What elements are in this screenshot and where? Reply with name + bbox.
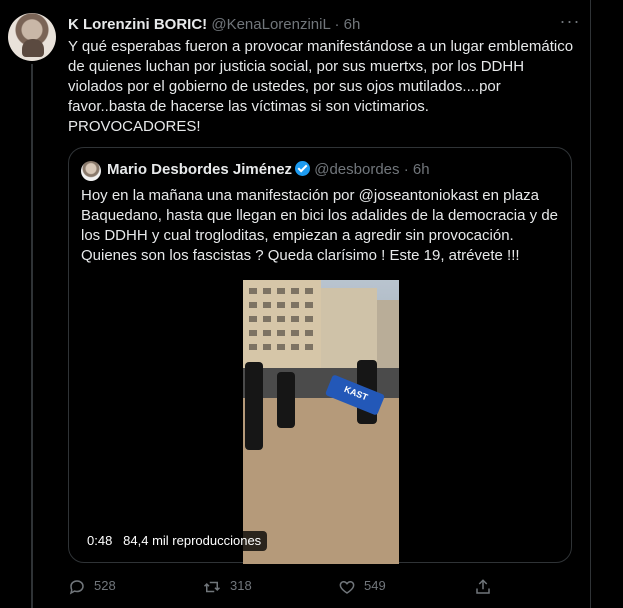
- retweet-count: 318: [230, 578, 252, 593]
- share-button[interactable]: [474, 574, 500, 598]
- video-building: [377, 300, 399, 370]
- column-border: [590, 0, 591, 608]
- video-views: 84,4 mil reproducciones: [123, 533, 262, 548]
- tweet-text: Y qué esperabas fueron a provocar manife…: [68, 37, 580, 137]
- tweet-time[interactable]: 6h: [344, 16, 361, 33]
- quoted-text-line: los DDHH y cual trogloditas, empiezan a …: [81, 227, 514, 244]
- video-player[interactable]: KAST: [243, 280, 399, 564]
- tweet-text-line: Y qué esperabas fueron a provocar manife…: [68, 38, 574, 55]
- verified-badge-icon: [295, 161, 311, 176]
- flag-text: KAST: [342, 384, 370, 403]
- quoted-author-avatar: [81, 161, 101, 181]
- video-info-overlay: 0:48 84,4 mil reproducciones: [81, 531, 268, 551]
- retweet-button[interactable]: 318: [202, 574, 252, 598]
- author-avatar[interactable]: [8, 13, 56, 61]
- video-duration: 0:48: [87, 533, 113, 548]
- reply-button[interactable]: 528: [68, 574, 116, 598]
- reply-icon: [69, 579, 84, 595]
- quoted-tweet-text: Hoy en la mañana una manifestación por @…: [81, 186, 561, 266]
- tweet-actions: 528 318 549: [68, 574, 508, 598]
- share-icon: [476, 578, 490, 594]
- reply-count: 528: [94, 578, 116, 593]
- video-person: [277, 372, 295, 428]
- quoted-tweet-time: 6h: [412, 161, 430, 178]
- quoted-tweet-header: Mario Desbordes Jiménez @desbordes · 6h: [107, 161, 430, 178]
- quoted-header-separator: ·: [403, 161, 409, 178]
- video-building: [321, 288, 377, 370]
- retweet-icon: [203, 581, 221, 592]
- tweet-text-line: PROVOCADORES!: [68, 118, 201, 135]
- heart-icon: [339, 580, 355, 594]
- quoted-author-handle: @desbordes: [314, 161, 400, 178]
- quoted-text-line: Quienes son los fascistas ? Queda clarís…: [81, 247, 520, 264]
- quoted-text-line: Hoy en la mañana una manifestación por @…: [81, 187, 540, 204]
- video-person: [245, 362, 263, 450]
- author-name[interactable]: K Lorenzini BORIC!: [68, 16, 207, 33]
- tweet-text-line: de quienes luchan por justicia social, p…: [68, 58, 525, 75]
- quoted-tweet-card[interactable]: Mario Desbordes Jiménez @desbordes · 6h …: [68, 147, 572, 564]
- author-handle[interactable]: @KenaLorenziniL: [211, 16, 330, 33]
- tweet-text-line: violados por el gobierno de ustedes, por…: [68, 78, 501, 95]
- header-separator: ·: [334, 16, 340, 33]
- more-options-icon[interactable]: ···: [558, 12, 582, 32]
- quoted-author-name: Mario Desbordes Jiménez: [107, 161, 293, 178]
- tweet-text-line: favor..basta de hacerse las víctimas si …: [68, 98, 429, 115]
- thread-line: [31, 64, 33, 608]
- quoted-text-line: Baquedano, hasta que llegan en bici los …: [81, 207, 558, 224]
- tweet-header: K Lorenzini BORIC! @KenaLorenziniL · 6h: [68, 16, 360, 33]
- like-button[interactable]: 549: [338, 574, 386, 598]
- like-count: 549: [364, 578, 386, 593]
- video-building: [243, 280, 321, 375]
